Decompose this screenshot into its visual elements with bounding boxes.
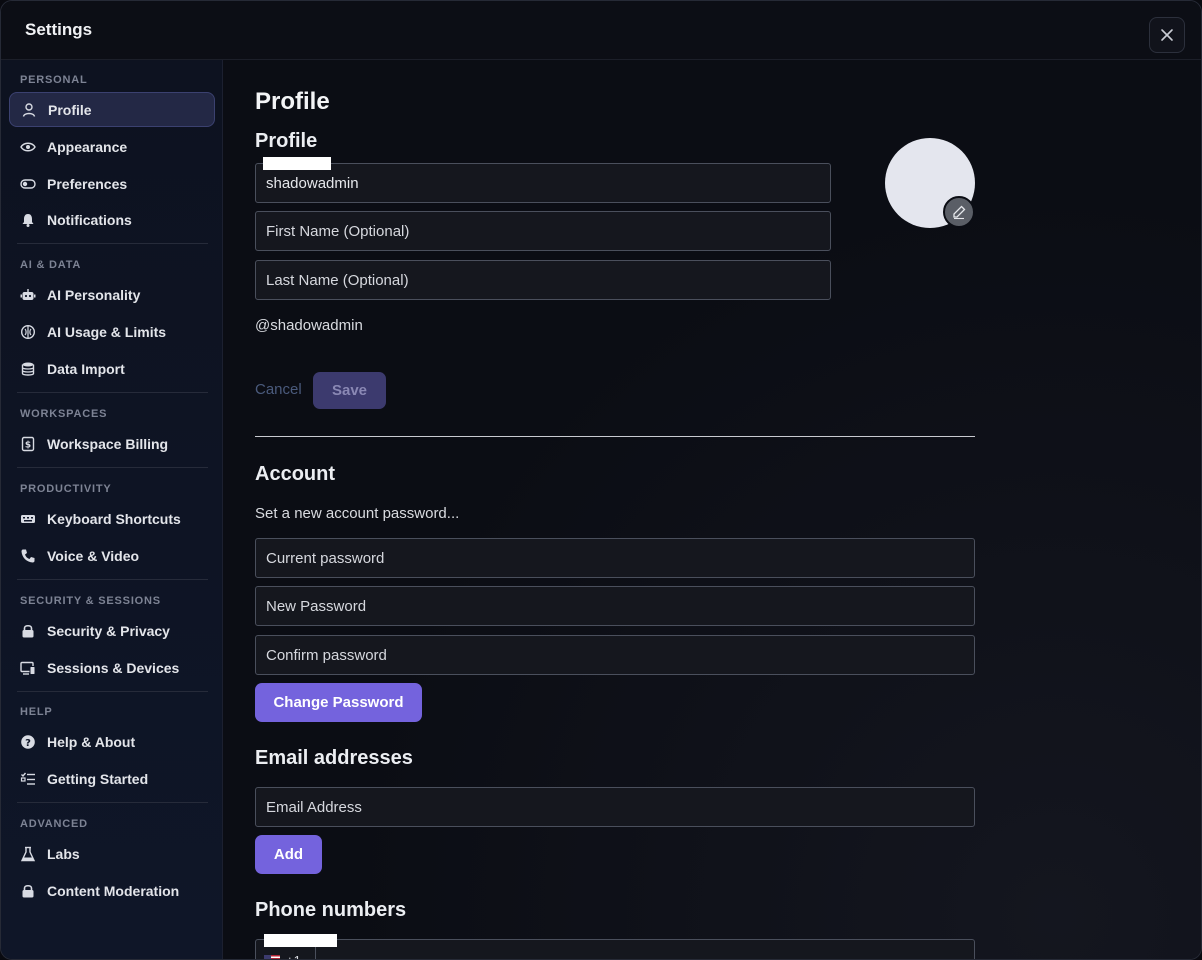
country-code: +1 — [286, 952, 301, 960]
pencil-icon — [953, 205, 966, 220]
lock-icon — [20, 883, 36, 899]
phone-heading: Phone numbers — [255, 899, 407, 921]
flask-icon — [20, 846, 36, 862]
billing-icon: $ — [20, 436, 36, 452]
sidebar-item-label: Workspace Billing — [47, 435, 169, 452]
sidebar-item-security-privacy[interactable]: Security & Privacy — [9, 613, 215, 648]
sidebar-item-appearance[interactable]: Appearance — [9, 129, 215, 164]
save-button[interactable]: Save — [313, 372, 386, 409]
sidebar-item-label: Appearance — [47, 138, 128, 155]
section-label-security-sessions: SECURITY & SESSIONS — [20, 595, 161, 607]
username-handle: @shadowadmin — [255, 317, 363, 334]
sidebar-item-getting-started[interactable]: Getting Started — [9, 761, 215, 796]
sidebar-item-data-import[interactable]: Data Import — [9, 351, 215, 386]
devices-icon — [20, 660, 36, 676]
page-title: Profile — [255, 88, 330, 115]
robot-icon — [20, 287, 36, 303]
section-label-help: HELP — [20, 706, 53, 718]
sidebar-item-help-about[interactable]: ? Help & About — [9, 724, 215, 759]
svg-text:?: ? — [25, 737, 31, 748]
confirm-password-field[interactable]: Confirm password — [255, 635, 975, 675]
sidebar-item-label: AI Personality — [47, 286, 141, 303]
last-name-field[interactable]: Last Name (Optional) — [255, 260, 831, 300]
user-icon — [21, 102, 37, 118]
checklist-icon — [20, 771, 36, 787]
change-password-button[interactable]: Change Password — [255, 683, 422, 722]
sidebar-item-profile[interactable]: Profile — [9, 92, 215, 127]
sidebar-item-ai-personality[interactable]: AI Personality — [9, 277, 215, 312]
lock-icon — [20, 623, 36, 639]
current-password-field[interactable]: Current password — [255, 538, 975, 578]
close-button[interactable] — [1149, 17, 1185, 53]
sidebar-item-label: Security & Privacy — [47, 622, 170, 639]
sidebar-item-content-moderation[interactable]: Content Moderation — [9, 873, 215, 908]
database-icon — [20, 361, 36, 377]
sidebar-divider — [17, 691, 208, 692]
sidebar-item-label: Voice & Video — [47, 547, 140, 564]
brain-icon — [20, 324, 36, 340]
sidebar-item-label: Help & About — [47, 733, 136, 750]
new-password-field[interactable]: New Password — [255, 586, 975, 626]
account-description: Set a new account password... — [255, 505, 460, 522]
sidebar-divider — [17, 802, 208, 803]
add-email-button[interactable]: Add — [255, 835, 322, 874]
keyboard-icon — [20, 511, 36, 527]
section-label-ai-data: AI & DATA — [20, 259, 82, 271]
sidebar-item-label: AI Usage & Limits — [47, 323, 167, 340]
email-input[interactable]: Email Address — [255, 787, 975, 827]
close-icon — [1161, 29, 1173, 41]
section-label-advanced: ADVANCED — [20, 818, 88, 830]
sidebar-item-keyboard-shortcuts[interactable]: Keyboard Shortcuts — [9, 501, 215, 536]
sidebar-item-label: Data Import — [47, 360, 125, 377]
sidebar-item-label: Labs — [47, 845, 80, 862]
sidebar-item-notifications[interactable]: Notifications — [9, 202, 215, 237]
sidebar-divider — [17, 243, 208, 244]
sidebar-item-label: Notifications — [47, 211, 132, 228]
settings-window: Settings PERSONAL Profile Appearance Pre… — [0, 0, 1202, 960]
sidebar-item-voice-video[interactable]: Voice & Video — [9, 538, 215, 573]
sidebar-divider — [17, 467, 208, 468]
email-heading: Email addresses — [255, 747, 413, 769]
settings-sidebar: PERSONAL Profile Appearance Preferences … — [1, 60, 223, 959]
settings-content: Profile Profile shadowadmin First Name (… — [223, 60, 1201, 960]
phone-input[interactable]: +1 — [255, 939, 975, 960]
section-divider — [255, 436, 975, 437]
avatar-edit-button[interactable] — [943, 196, 975, 228]
sidebar-divider — [17, 579, 208, 580]
sidebar-item-label: Keyboard Shortcuts — [47, 510, 181, 527]
section-label-workspaces: WORKSPACES — [20, 408, 108, 420]
profile-heading: Profile — [255, 130, 318, 152]
redacted-label — [263, 157, 331, 170]
eye-icon — [20, 139, 36, 155]
sidebar-item-label: Getting Started — [47, 770, 149, 787]
svg-text:$: $ — [25, 440, 31, 450]
us-flag-icon — [264, 954, 280, 959]
toggle-icon — [20, 176, 36, 192]
phone-icon — [20, 548, 36, 564]
sidebar-item-label: Sessions & Devices — [47, 659, 180, 676]
username-field[interactable]: shadowadmin — [255, 163, 831, 203]
sidebar-divider — [17, 392, 208, 393]
sidebar-item-workspace-billing[interactable]: $ Workspace Billing — [9, 426, 215, 461]
sidebar-item-label: Preferences — [47, 175, 128, 192]
cancel-button[interactable]: Cancel — [255, 381, 302, 398]
title-bar: Settings — [1, 1, 1201, 60]
first-name-field[interactable]: First Name (Optional) — [255, 211, 831, 251]
sidebar-item-ai-usage[interactable]: AI Usage & Limits — [9, 314, 215, 349]
section-label-personal: PERSONAL — [20, 74, 88, 86]
redacted-label — [264, 934, 337, 947]
window-title: Settings — [25, 20, 93, 39]
section-label-productivity: PRODUCTIVITY — [20, 483, 112, 495]
sidebar-item-preferences[interactable]: Preferences — [9, 166, 215, 201]
sidebar-item-labs[interactable]: Labs — [9, 836, 215, 871]
account-heading: Account — [255, 463, 335, 485]
sidebar-item-sessions-devices[interactable]: Sessions & Devices — [9, 650, 215, 685]
sidebar-item-label: Profile — [48, 101, 92, 118]
sidebar-item-label: Content Moderation — [47, 882, 180, 899]
bell-icon — [20, 212, 36, 228]
help-icon: ? — [20, 734, 36, 750]
